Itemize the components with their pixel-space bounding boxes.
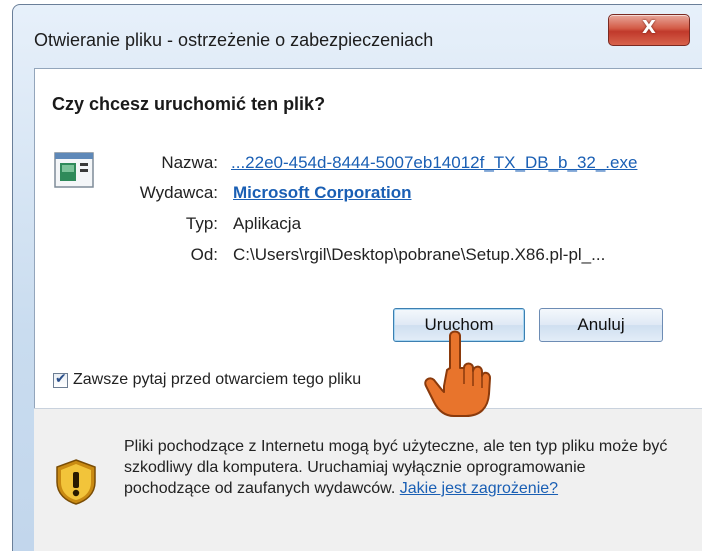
- close-icon: X: [642, 17, 656, 38]
- warning-text: Pliki pochodzące z Internetu mogą być uż…: [124, 438, 668, 497]
- application-file-icon: [54, 152, 94, 188]
- cancel-button[interactable]: Anuluj: [539, 308, 663, 342]
- title-bar[interactable]: Otwieranie pliku - ostrzeżenie o zabezpi…: [12, 4, 702, 56]
- warning-message: Pliki pochodzące z Internetu mogą być uż…: [124, 436, 674, 499]
- checkmark-icon: ✔: [55, 371, 67, 387]
- close-button[interactable]: X: [608, 14, 690, 46]
- window-title: Otwieranie pliku - ostrzeżenie o zabezpi…: [34, 30, 434, 50]
- from-label: Od:: [190, 245, 218, 264]
- risk-info-link[interactable]: Jakie jest zagrożenie?: [400, 480, 558, 497]
- type-value: Aplikacja: [233, 214, 302, 233]
- name-label: Nazwa:: [161, 153, 218, 172]
- file-name-link[interactable]: ...22e0-454d-8444-5007eb14012f_TX_DB_b_3…: [231, 153, 637, 173]
- always-ask-checkbox[interactable]: ✔: [53, 371, 68, 388]
- publisher-label: Wydawca:: [139, 183, 218, 202]
- publisher-link[interactable]: Microsoft Corporation: [233, 183, 412, 203]
- from-value: C:\Users\rgil\Desktop\pobrane\Setup.X86.…: [233, 245, 606, 264]
- dialog-heading: Czy chcesz uruchomić ten plik?: [52, 94, 326, 114]
- pointer-hand-icon: [424, 330, 491, 417]
- always-ask-label[interactable]: Zawsze pytaj przed otwarciem tego pliku: [73, 371, 361, 389]
- type-label: Typ:: [185, 214, 218, 233]
- security-shield-warning-icon: [56, 459, 96, 505]
